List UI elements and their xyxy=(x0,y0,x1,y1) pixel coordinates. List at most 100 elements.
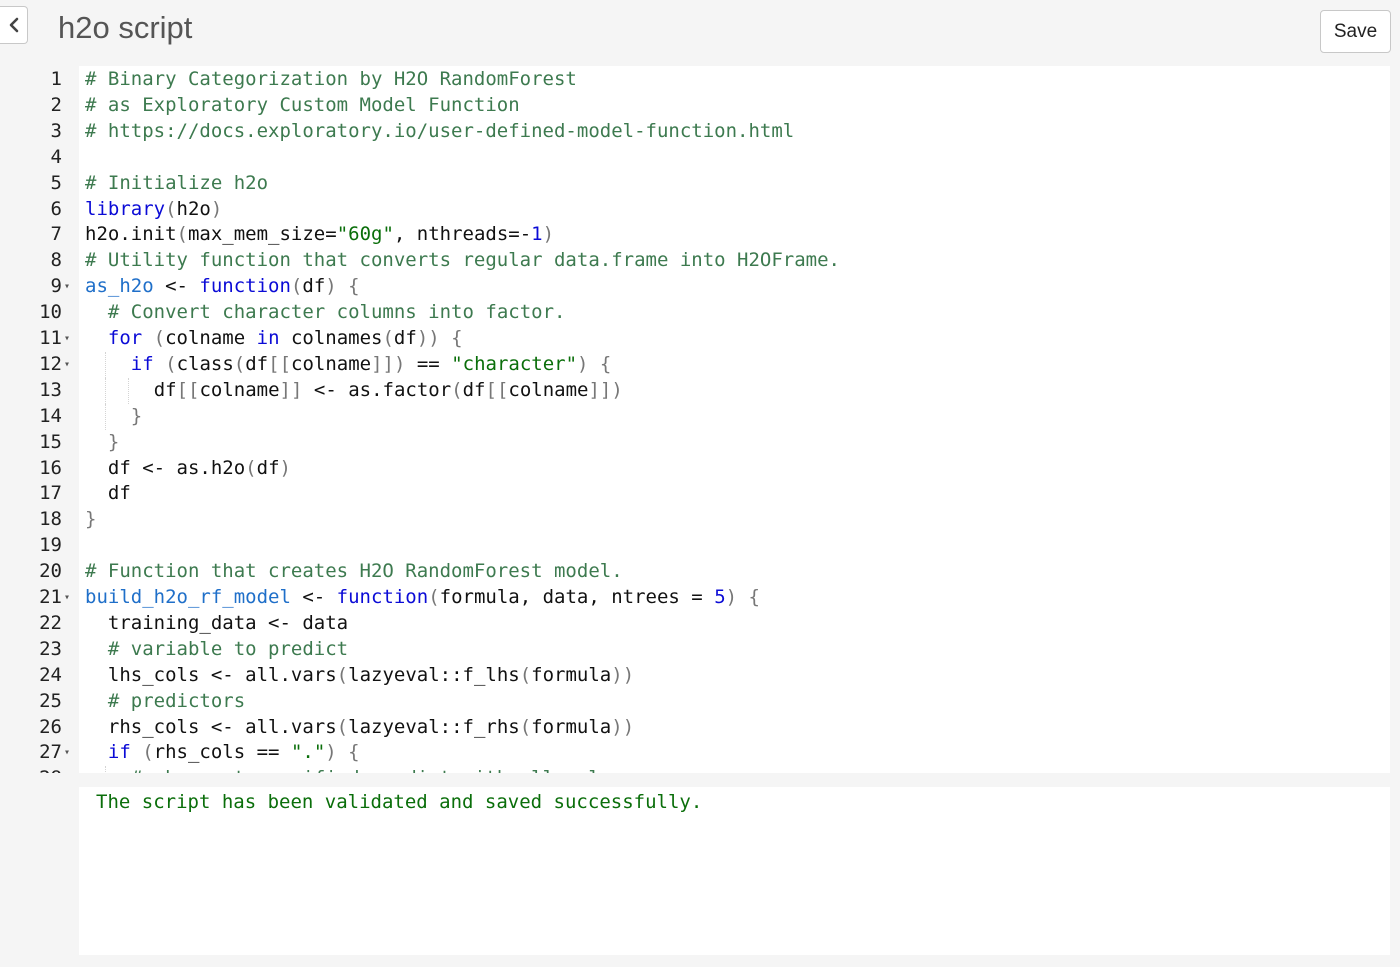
fold-triangle-icon[interactable]: ▾ xyxy=(64,740,76,766)
code-text: if (class(df[[colname]]) == "character")… xyxy=(131,352,612,378)
back-button[interactable] xyxy=(0,6,28,44)
code-token: colname xyxy=(508,378,589,401)
line-number: 19 xyxy=(39,534,62,557)
code-token: formula xyxy=(531,663,612,686)
line-number: 26 xyxy=(39,715,62,738)
code-line: 26 rhs_cols <- all.vars(lazyeval::f_rhs(f… xyxy=(0,715,1390,741)
code-token: ( xyxy=(290,275,303,298)
code-line: 11 ▾ for (colname in colnames(df)) { xyxy=(0,326,1390,352)
line-number: 5 xyxy=(50,171,62,194)
code-token: ( xyxy=(153,352,177,375)
code-text: } xyxy=(131,404,142,430)
code-token: 5 xyxy=(714,586,726,608)
code-line: 21 ▾ build_h2o_rf_model <- function(formul… xyxy=(0,585,1390,611)
code-token: ]] xyxy=(279,378,303,401)
code-token: df <- as.h2o xyxy=(107,456,246,479)
code-line: 13 df[[colname]] <- as.factor(df[[colname… xyxy=(0,377,1390,404)
code-text: # https://docs.exploratory.io/user-defin… xyxy=(85,119,794,145)
code-token: function xyxy=(336,586,429,608)
code-text: # Utility function that converts regular… xyxy=(85,248,840,274)
code-token: # Utility function that converts regular… xyxy=(85,249,840,272)
code-token: ( xyxy=(165,197,177,220)
fold-triangle-icon[interactable]: ▾ xyxy=(64,585,76,611)
line-number: 1 xyxy=(50,68,62,90)
code-token: ( xyxy=(233,352,246,375)
indent-guide xyxy=(104,377,106,404)
code-token: [[ xyxy=(176,378,200,401)
code-token: } xyxy=(85,508,97,531)
code-text: # Binary Categorization by H2O RandomFor… xyxy=(85,67,577,93)
code-text: # as Exploratory Custom Model Function xyxy=(85,93,520,119)
code-token: in xyxy=(256,327,280,349)
code-token: colname xyxy=(199,378,280,401)
code-text: rhs_cols <- all.vars(lazyeval::f_rhs(for… xyxy=(108,715,634,741)
code-token: <- xyxy=(290,586,337,608)
code-token: df xyxy=(462,378,486,401)
line-number: 18 xyxy=(39,508,62,531)
line-number: 20 xyxy=(39,560,62,583)
save-button[interactable]: Save xyxy=(1320,10,1391,53)
code-text: # when not specified predict with all co… xyxy=(131,766,600,773)
fold-triangle-icon[interactable]: ▾ xyxy=(64,274,76,300)
code-line: 8 # Utility function that converts regula… xyxy=(0,248,1390,274)
code-text: df <- as.h2o(df) xyxy=(108,456,291,482)
code-token: function xyxy=(199,275,291,298)
code-token: } xyxy=(107,430,120,453)
code-token: "." xyxy=(290,741,326,764)
code-line: 9 ▾ as_h2o <- function(df) { xyxy=(0,274,1390,300)
code-text: h2o.init(max_mem_size="60g", nthreads=-1… xyxy=(85,222,554,248)
code-token: # variable to predict xyxy=(107,637,349,660)
line-number: 22 xyxy=(39,611,62,634)
code-token: lhs_cols <- all.vars xyxy=(107,663,337,686)
indent-guide xyxy=(104,403,106,430)
code-token: )) { xyxy=(416,327,463,349)
code-token: class xyxy=(176,352,234,375)
code-token: lazyeval::f_rhs xyxy=(348,715,520,738)
code-token: ( xyxy=(245,456,257,479)
fold-triangle-icon[interactable]: ▾ xyxy=(64,326,76,352)
code-text: # predictors xyxy=(108,689,245,715)
code-token: formula, data, ntrees = xyxy=(439,586,715,608)
line-number: 8 xyxy=(50,249,62,272)
line-number: 12 xyxy=(39,352,62,375)
code-token: build_h2o_rf_model xyxy=(85,586,291,608)
code-text: if (rhs_cols == ".") { xyxy=(108,740,360,766)
code-token: ( xyxy=(519,715,532,738)
code-text: df[[colname]] <- as.factor(df[[colname]]… xyxy=(154,378,623,404)
code-line: 4 xyxy=(0,145,1390,171)
code-token: ( xyxy=(336,715,349,738)
code-line: 10 # Convert character columns into facto… xyxy=(0,300,1390,326)
code-token: ) xyxy=(542,223,555,246)
code-token: ) { xyxy=(325,741,360,764)
code-line: 5 # Initialize h2o xyxy=(0,171,1390,197)
code-token: # https://docs.exploratory.io/user-defin… xyxy=(85,119,795,142)
code-token: ]]) xyxy=(588,378,623,401)
code-text: training_data <- data xyxy=(108,611,348,637)
header: h2o script Save xyxy=(0,0,1400,66)
code-token: ) xyxy=(210,197,223,220)
code-token: ) { xyxy=(325,275,360,298)
code-token: as_h2o xyxy=(85,275,154,298)
code-token: ) xyxy=(279,456,291,479)
fold-triangle-icon[interactable]: ▾ xyxy=(64,352,76,378)
code-line: 15} xyxy=(0,430,1390,456)
code-token: df xyxy=(256,456,280,479)
code-text: # Initialize h2o xyxy=(85,171,268,197)
line-number: 15 xyxy=(39,430,62,453)
line-number: 28 xyxy=(0,766,62,773)
code-token: "character" xyxy=(451,352,578,375)
code-token: <- xyxy=(153,275,200,298)
console-message: The script has been validated and saved … xyxy=(96,791,703,813)
code-token: ( xyxy=(382,327,394,349)
code-line: 24 lhs_cols <- all.vars(lazyeval::f_lhs(f… xyxy=(0,663,1390,689)
code-line: 27 ▾ if (rhs_cols == ".") { xyxy=(0,740,1390,766)
line-number: 24 xyxy=(39,663,62,686)
code-editor[interactable]: 1 # Binary Categorization by H2O RandomFo… xyxy=(0,66,1390,773)
line-number: 27 xyxy=(39,741,62,764)
code-line: 14} xyxy=(0,403,1390,430)
code-token: max_mem_size= xyxy=(187,223,337,246)
code-line: 23 # variable to predict xyxy=(0,637,1390,663)
line-number: 23 xyxy=(39,637,62,660)
code-text: as_h2o <- function(df) { xyxy=(85,274,360,300)
code-token: df xyxy=(302,275,326,298)
